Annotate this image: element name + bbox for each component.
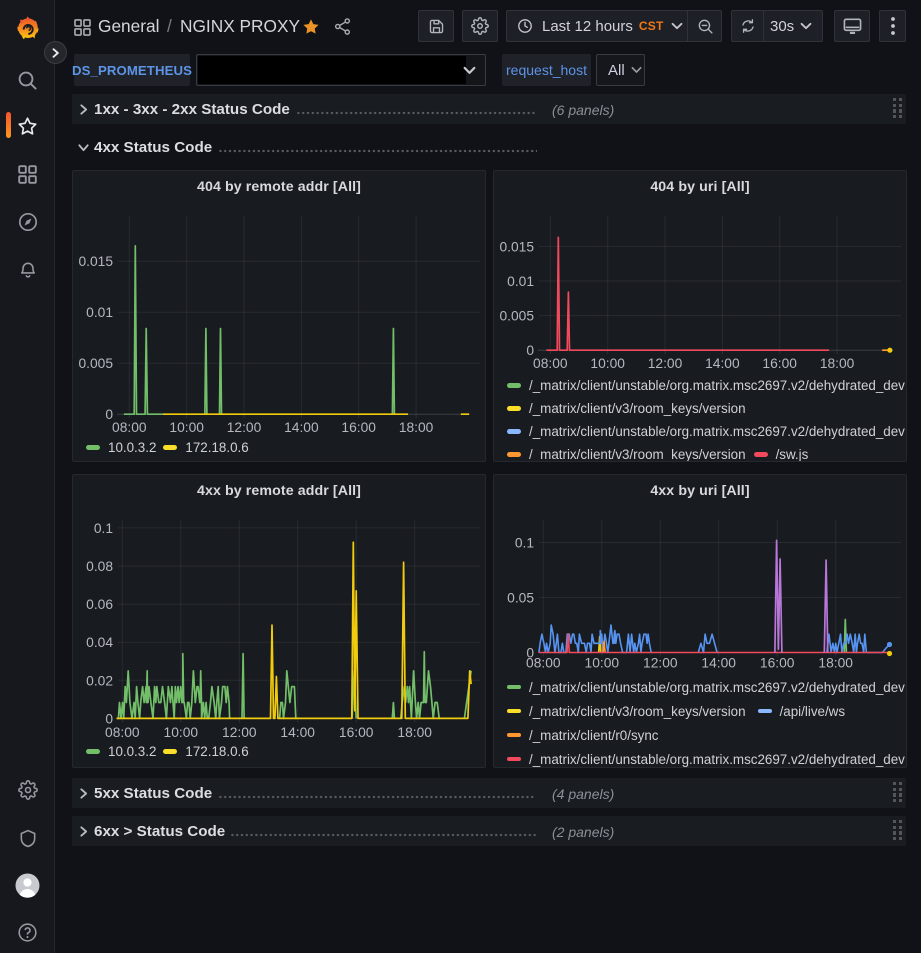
svg-text:0.01: 0.01 (86, 305, 113, 320)
svg-text:0: 0 (526, 343, 534, 358)
svg-text:10:00: 10:00 (585, 656, 620, 671)
svg-text:08:00: 08:00 (533, 356, 568, 371)
svg-text:18:00: 18:00 (397, 725, 432, 740)
svg-text:10:00: 10:00 (590, 356, 625, 371)
svg-text:14:00: 14:00 (701, 656, 736, 671)
svg-text:0.06: 0.06 (86, 597, 113, 612)
svg-text:18:00: 18:00 (820, 356, 855, 371)
svg-text:14:00: 14:00 (284, 420, 319, 435)
svg-text:0.02: 0.02 (86, 673, 113, 688)
svg-text:0.01: 0.01 (507, 274, 534, 289)
svg-text:0.005: 0.005 (499, 309, 534, 324)
svg-text:08:00: 08:00 (112, 420, 147, 435)
svg-text:0.05: 0.05 (507, 591, 534, 606)
svg-text:10:00: 10:00 (169, 420, 204, 435)
svg-text:0.1: 0.1 (515, 536, 534, 551)
svg-text:12:00: 12:00 (222, 725, 257, 740)
svg-text:0.08: 0.08 (86, 559, 113, 574)
svg-text:16:00: 16:00 (341, 420, 376, 435)
svg-text:14:00: 14:00 (705, 356, 740, 371)
svg-text:12:00: 12:00 (227, 420, 262, 435)
svg-text:0.005: 0.005 (78, 356, 113, 371)
svg-text:0.1: 0.1 (94, 521, 113, 536)
svg-text:12:00: 12:00 (648, 356, 683, 371)
svg-text:0: 0 (105, 711, 113, 726)
svg-text:14:00: 14:00 (280, 725, 315, 740)
svg-text:0: 0 (105, 407, 113, 422)
svg-text:18:00: 18:00 (399, 420, 434, 435)
svg-text:16:00: 16:00 (339, 725, 374, 740)
svg-text:12:00: 12:00 (643, 656, 678, 671)
svg-text:0.015: 0.015 (78, 254, 113, 269)
svg-text:0: 0 (526, 646, 534, 661)
svg-text:16:00: 16:00 (762, 356, 797, 371)
svg-text:0.04: 0.04 (86, 635, 113, 650)
svg-text:10:00: 10:00 (164, 725, 199, 740)
svg-text:16:00: 16:00 (760, 656, 795, 671)
svg-text:08:00: 08:00 (105, 725, 140, 740)
svg-text:18:00: 18:00 (818, 656, 853, 671)
svg-text:0.015: 0.015 (499, 239, 534, 254)
